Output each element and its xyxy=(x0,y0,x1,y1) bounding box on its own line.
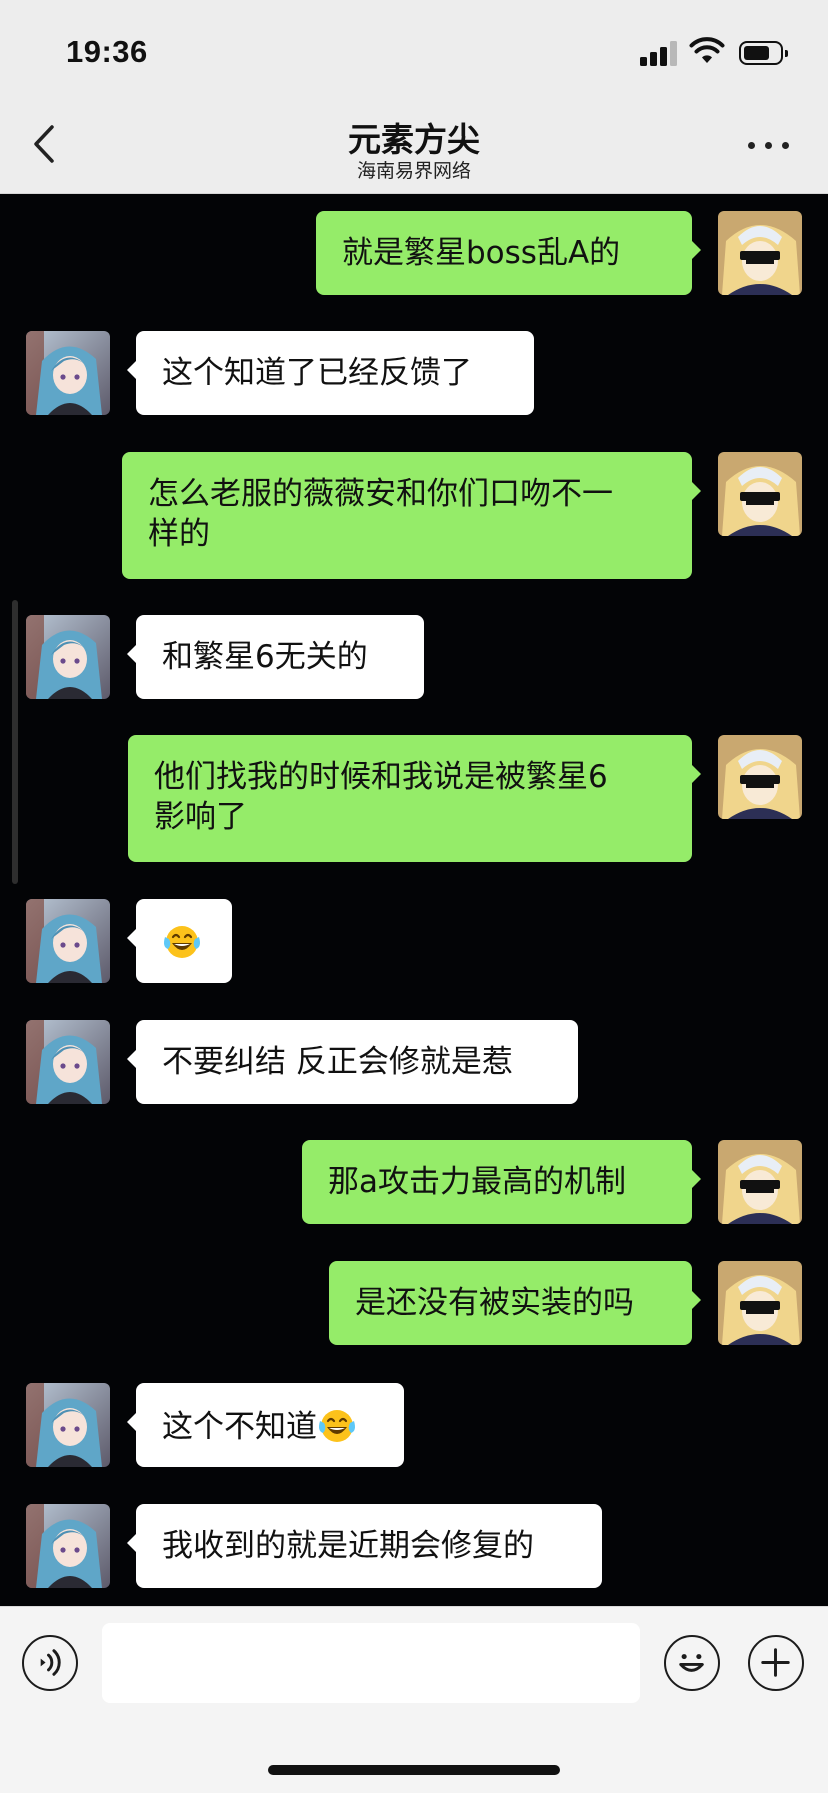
sent-message-bubble[interactable]: 是还没有被实装的吗 xyxy=(329,1261,701,1345)
plus-icon[interactable] xyxy=(748,1635,804,1691)
chat-title: 元素方尖 xyxy=(348,120,480,159)
navigation-header: 19:36 元素方尖 海南易界网络 xyxy=(0,0,828,194)
contact-avatar[interactable] xyxy=(26,1504,110,1588)
laughing-tears-emoji-icon xyxy=(162,921,202,961)
received-message-bubble[interactable]: 这个不知道 xyxy=(127,1383,404,1467)
status-time: 19:36 xyxy=(66,34,148,69)
wifi-icon xyxy=(689,37,725,63)
emoji-icon[interactable] xyxy=(664,1635,720,1691)
message-input[interactable] xyxy=(102,1623,640,1703)
my-avatar[interactable] xyxy=(718,1140,802,1224)
message-row xyxy=(0,899,828,983)
contact-avatar[interactable] xyxy=(26,331,110,415)
contact-avatar[interactable] xyxy=(26,1383,110,1467)
message-row: 怎么老服的薇薇安和你们口吻不一 样的 xyxy=(0,452,828,579)
battery-icon xyxy=(739,41,788,65)
ellipsis-icon[interactable] xyxy=(746,130,792,160)
my-avatar[interactable] xyxy=(718,211,802,295)
cellular-signal-icon xyxy=(640,40,680,66)
message-text: 和繁星6无关的 xyxy=(162,639,368,675)
my-avatar[interactable] xyxy=(718,452,802,536)
message-row: 他们找我的时候和我说是被繁星6 影响了 xyxy=(0,735,828,862)
message-row: 这个不知道 xyxy=(0,1383,828,1467)
message-row: 是还没有被实装的吗 xyxy=(0,1261,828,1345)
message-text: 这个不知道 xyxy=(162,1409,317,1445)
message-text: 怎么老服的薇薇安和你们口吻不一 样的 xyxy=(148,476,613,552)
message-text: 是还没有被实装的吗 xyxy=(355,1285,634,1321)
received-message-bubble[interactable]: 我收到的就是近期会修复的 xyxy=(127,1504,602,1588)
message-row: 那a攻击力最高的机制 xyxy=(0,1140,828,1224)
sent-message-bubble[interactable]: 那a攻击力最高的机制 xyxy=(302,1140,701,1224)
message-row: 我收到的就是近期会修复的 xyxy=(0,1504,828,1588)
message-text: 这个知道了已经反馈了 xyxy=(162,355,472,391)
message-text: 不要纠结 反正会修就是惹 xyxy=(162,1044,513,1080)
my-avatar[interactable] xyxy=(718,735,802,819)
message-text: 我收到的就是近期会修复的 xyxy=(162,1528,534,1564)
message-text: 他们找我的时候和我说是被繁星6 影响了 xyxy=(154,759,608,835)
message-input-bar xyxy=(0,1606,828,1793)
chat-subtitle: 海南易界网络 xyxy=(356,160,471,182)
received-message-bubble[interactable]: 不要纠结 反正会修就是惹 xyxy=(127,1020,578,1104)
home-indicator xyxy=(268,1765,560,1775)
received-message-bubble[interactable]: 这个知道了已经反馈了 xyxy=(127,331,534,415)
my-avatar[interactable] xyxy=(718,1261,802,1345)
sent-message-bubble[interactable]: 他们找我的时候和我说是被繁星6 影响了 xyxy=(128,735,701,862)
contact-avatar[interactable] xyxy=(26,615,110,699)
message-text: 就是繁星boss乱A的 xyxy=(342,235,621,271)
sent-message-bubble[interactable]: 怎么老服的薇薇安和你们口吻不一 样的 xyxy=(122,452,701,579)
sent-message-bubble[interactable]: 就是繁星boss乱A的 xyxy=(316,211,701,295)
contact-avatar[interactable] xyxy=(26,1020,110,1104)
message-row: 和繁星6无关的 xyxy=(0,615,828,699)
chat-message-list[interactable]: 就是繁星boss乱A的这个知道了已经反馈了怎么老服的薇薇安和你们口吻不一 样的和… xyxy=(0,194,828,1606)
message-row: 就是繁星boss乱A的 xyxy=(0,211,828,295)
received-message-bubble[interactable] xyxy=(127,899,232,983)
voice-icon[interactable] xyxy=(22,1635,78,1691)
message-row: 这个知道了已经反馈了 xyxy=(0,331,828,415)
message-row: 不要纠结 反正会修就是惹 xyxy=(0,1020,828,1104)
message-text: 那a攻击力最高的机制 xyxy=(328,1164,626,1200)
contact-avatar[interactable] xyxy=(26,899,110,983)
received-message-bubble[interactable]: 和繁星6无关的 xyxy=(127,615,424,699)
laughing-tears-emoji-icon xyxy=(317,1405,357,1445)
